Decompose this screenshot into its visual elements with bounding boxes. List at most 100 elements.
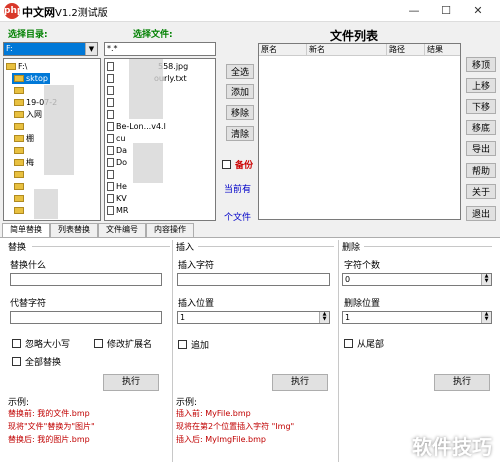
insert-char-input[interactable] [177, 273, 330, 286]
file-list-panel[interactable]: 558.jpg ourly.txt Be-Lon...v4.l cu Da Do… [104, 58, 216, 221]
move-up-button[interactable]: 上移 [466, 78, 496, 93]
file-item[interactable]: MR [107, 205, 128, 216]
insert-exec-button[interactable]: 执行 [272, 374, 328, 391]
delete-count-stepper[interactable]: 0 ▲ ▼ [342, 273, 492, 286]
spinner-arrows-icon[interactable]: ▲ ▼ [481, 312, 491, 323]
tab-list-replace[interactable]: 列表替换 [50, 223, 98, 237]
delete-pos-label: 删除位置 [344, 299, 381, 309]
exit-button[interactable]: 退出 [466, 206, 496, 221]
file-list-table[interactable]: 原名 新名 路径 结果 [258, 43, 461, 220]
replace-exec-button[interactable]: 执行 [103, 374, 159, 391]
replace-all-checkbox[interactable]: 全部替换 [12, 355, 61, 368]
modify-ext-checkbox[interactable]: 修改扩展名 [94, 337, 152, 350]
minimize-button[interactable]: — [404, 3, 424, 19]
file-label: 选择文件: [133, 30, 173, 40]
file-item[interactable] [107, 85, 116, 96]
folder-icon [14, 75, 24, 82]
filter-input[interactable]: *.* [104, 42, 216, 56]
file-icon [107, 158, 114, 167]
delete-pos-value: 1 [345, 313, 351, 322]
folder-icon [14, 111, 24, 118]
checkbox-box[interactable] [344, 339, 353, 348]
backup-checkbox[interactable]: 备份 [222, 158, 253, 171]
column-header-original[interactable]: 原名 [259, 44, 307, 56]
tree-item[interactable] [14, 181, 26, 192]
tree-item[interactable] [14, 205, 26, 216]
tree-item[interactable]: 梅 [14, 157, 34, 168]
file-item[interactable]: Da [107, 145, 127, 156]
insert-pos-label: 插入位置 [178, 299, 215, 309]
help-button[interactable]: 帮助 [466, 163, 496, 178]
ignore-case-checkbox[interactable]: 忽略大小写 [12, 337, 70, 350]
tab-simple-replace[interactable]: 简单替换 [2, 223, 50, 237]
file-icon [107, 86, 114, 95]
clear-button[interactable]: 清除 [226, 126, 254, 141]
tree-item[interactable]: 棚 [14, 133, 34, 144]
checkbox-box[interactable] [12, 357, 21, 366]
select-all-button[interactable]: 全选 [226, 64, 254, 79]
tree-item-selected[interactable]: sktop [12, 73, 50, 84]
file-icon [107, 110, 114, 119]
maximize-button[interactable]: ☐ [436, 3, 456, 19]
column-header-result[interactable]: 结果 [425, 44, 460, 56]
folder-icon [14, 99, 24, 106]
from-end-checkbox[interactable]: 从尾部 [344, 337, 384, 350]
checkbox-box[interactable] [12, 339, 21, 348]
spinner-arrows-icon[interactable]: ▲ ▼ [319, 312, 329, 323]
directory-tree[interactable]: F:\ sktop 19-07-2 入网 棚 梅 [3, 58, 101, 221]
file-icon [107, 206, 114, 215]
tree-item[interactable]: F:\ [6, 61, 27, 72]
tree-item[interactable]: 入网 [14, 109, 42, 120]
delete-count-value: 0 [345, 275, 351, 284]
tree-item[interactable] [14, 169, 26, 180]
append-checkbox[interactable]: 追加 [178, 338, 209, 351]
insert-group-title: 插入 [176, 243, 195, 253]
watermark-text: 软件技巧 [412, 435, 492, 459]
tab-content-ops[interactable]: 内容操作 [146, 223, 194, 237]
close-button[interactable]: ✕ [468, 3, 488, 19]
checkbox-box[interactable] [222, 160, 231, 169]
replace-example-2: 现将"文件"替换为"图片" [8, 422, 95, 431]
move-down-button[interactable]: 下移 [466, 99, 496, 114]
insert-example-1: 插入前: MyFile.bmp [176, 409, 251, 418]
column-header-new[interactable]: 新名 [307, 44, 387, 56]
add-button[interactable]: 添加 [226, 84, 254, 99]
checkbox-box[interactable] [94, 339, 103, 348]
file-item[interactable]: KV [107, 193, 127, 204]
delete-pos-stepper[interactable]: 1 ▲ ▼ [342, 311, 492, 324]
replace-input[interactable] [10, 311, 162, 324]
file-item[interactable] [107, 97, 116, 108]
file-count-label: 个文件 [224, 213, 252, 223]
tree-item[interactable] [14, 193, 26, 204]
export-button[interactable]: 导出 [466, 141, 496, 156]
version-text: V1.2测试版 [55, 8, 108, 19]
about-button[interactable]: 关于 [466, 184, 496, 199]
move-top-button[interactable]: 移顶 [466, 57, 496, 72]
folder-icon [6, 63, 16, 70]
folder-icon [14, 171, 24, 178]
checkbox-box[interactable] [178, 340, 187, 349]
file-item[interactable]: Be-Lon...v4.l [107, 121, 166, 132]
file-item[interactable]: cu [107, 133, 125, 144]
delete-exec-button[interactable]: 执行 [434, 374, 490, 391]
find-input[interactable] [10, 273, 162, 286]
move-bottom-button[interactable]: 移底 [466, 120, 496, 135]
chevron-down-icon[interactable]: ▼ [85, 43, 97, 55]
tab-file-numbering[interactable]: 文件编号 [98, 223, 146, 237]
file-icon [107, 134, 114, 143]
file-item[interactable] [107, 169, 116, 180]
app-logo-icon: php [4, 3, 23, 19]
file-item[interactable]: Do [107, 157, 127, 168]
spinner-arrows-icon[interactable]: ▲ ▼ [481, 274, 491, 285]
file-item[interactable]: He [107, 181, 127, 192]
insert-pos-stepper[interactable]: 1 ▲ ▼ [177, 311, 330, 324]
tree-item[interactable] [14, 85, 26, 96]
tree-item[interactable] [14, 145, 26, 156]
column-header-path[interactable]: 路径 [387, 44, 425, 56]
folder-icon [14, 207, 24, 214]
remove-button[interactable]: 移除 [226, 105, 254, 120]
group-separator [172, 240, 173, 462]
drive-select[interactable]: F: ▼ [3, 42, 98, 56]
tree-item[interactable] [14, 121, 26, 132]
file-item[interactable] [107, 109, 116, 120]
